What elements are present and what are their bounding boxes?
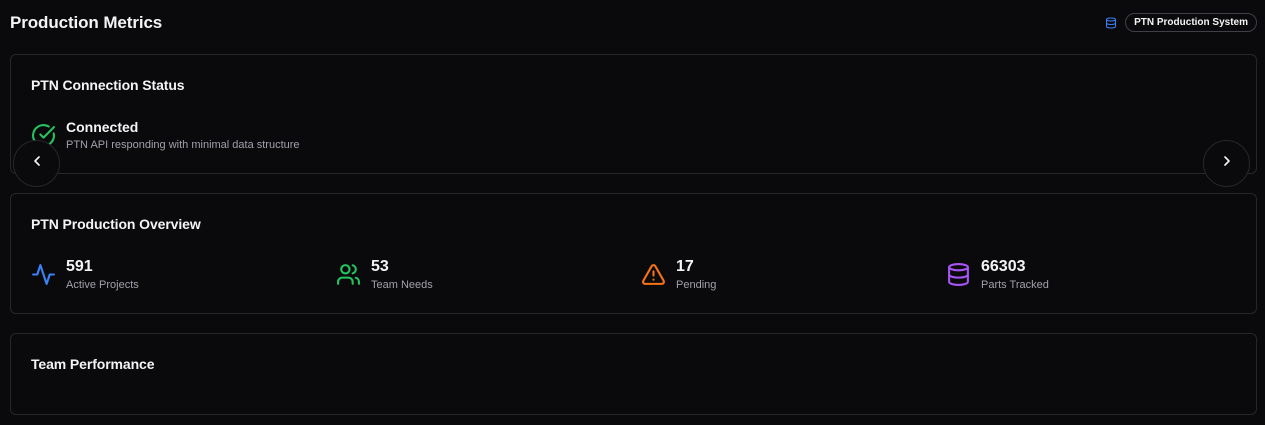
chevron-left-icon	[29, 153, 45, 174]
production-metrics-page: Production Metrics PTN Production System…	[0, 0, 1265, 425]
production-overview-title: PTN Production Overview	[31, 216, 201, 232]
system-indicator: PTN Production System	[1105, 13, 1257, 32]
team-performance-card: Team Performance	[10, 333, 1257, 415]
metric-label: Active Projects	[66, 279, 139, 291]
carousel-prev-button[interactable]	[13, 140, 60, 187]
activity-icon	[31, 262, 56, 287]
metric-pending: 17 Pending	[641, 258, 716, 292]
alert-triangle-icon	[641, 262, 666, 287]
metric-value: 66303	[981, 258, 1026, 275]
metric-parts-tracked: 66303 Parts Tracked	[946, 258, 1049, 292]
users-icon	[336, 262, 361, 287]
carousel-next-button[interactable]	[1203, 140, 1250, 187]
page-title: Production Metrics	[10, 13, 163, 32]
metric-value: 17	[676, 258, 694, 275]
database-icon	[946, 262, 971, 287]
metric-active-projects: 591 Active Projects	[31, 258, 139, 292]
metric-label: Pending	[676, 279, 717, 291]
connection-status-message: PTN API responding with minimal data str…	[66, 139, 300, 151]
chevron-right-icon	[1219, 153, 1235, 174]
page-header: Production Metrics PTN Production System	[10, 12, 1257, 34]
metric-team-needs: 53 Team Needs	[336, 258, 433, 292]
metric-label: Team Needs	[371, 279, 433, 291]
connection-status-title: PTN Connection Status	[31, 77, 185, 93]
connection-status-card: PTN Connection Status Connected PTN API …	[10, 54, 1257, 174]
connection-status-value: Connected	[66, 119, 139, 135]
connection-status-row: Connected PTN API responding with minima…	[31, 119, 300, 152]
production-overview-card: PTN Production Overview 591 Active Proje…	[10, 193, 1257, 314]
system-badge: PTN Production System	[1125, 13, 1257, 32]
metric-label: Parts Tracked	[981, 279, 1049, 291]
metric-value: 53	[371, 258, 389, 275]
team-performance-title: Team Performance	[31, 356, 155, 372]
database-icon	[1105, 16, 1117, 30]
metric-value: 591	[66, 258, 93, 275]
